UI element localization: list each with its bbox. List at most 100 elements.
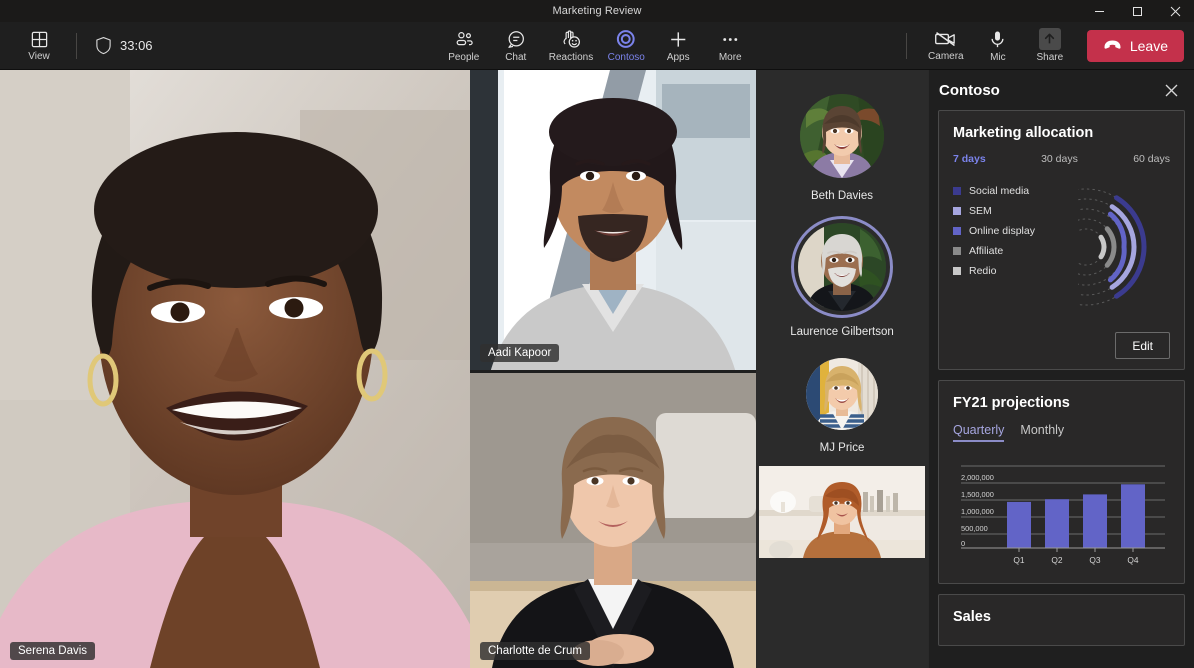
mic-button[interactable]: Mic — [973, 24, 1023, 68]
roster-item-laurence-gilbertson[interactable]: Laurence Gilbertson — [790, 216, 894, 338]
card-title: Sales — [953, 609, 1170, 625]
sales-card: Sales — [938, 594, 1185, 646]
contoso-app-panel: Contoso Marketing allocation 7 days 30 d… — [928, 70, 1194, 668]
tab-quarterly[interactable]: Quarterly — [953, 423, 1004, 442]
svg-text:Q2: Q2 — [1051, 555, 1063, 565]
svg-text:1,500,000: 1,500,000 — [961, 490, 994, 499]
video-tile-aadi-kapoor[interactable]: Aadi Kapoor — [470, 70, 756, 373]
video-tile-serena-davis[interactable]: Serena Davis — [0, 70, 470, 668]
avatar — [800, 94, 884, 178]
view-button[interactable]: View — [14, 24, 64, 68]
reactions-label: Reactions — [549, 52, 593, 63]
range-60-days[interactable]: 60 days — [1133, 153, 1170, 165]
legend-item-affiliate: Affiliate — [953, 245, 1035, 257]
view-label: View — [28, 51, 50, 62]
legend-label: Affiliate — [969, 245, 1003, 257]
participant-name-label: Aadi Kapoor — [480, 344, 559, 362]
apps-button[interactable]: Apps — [653, 24, 703, 68]
projections-tabs: Quarterly Monthly — [953, 423, 1170, 442]
meeting-timer: 33:06 — [120, 38, 153, 53]
reactions-button[interactable]: Reactions — [543, 24, 599, 68]
leave-button[interactable]: Leave — [1087, 30, 1184, 62]
radial-arc-chart — [1078, 181, 1190, 318]
video-tile-column: Aadi Kapoor — [470, 70, 756, 668]
avatar-ring — [796, 90, 888, 182]
camera-label: Camera — [928, 51, 964, 62]
svg-text:1,000,000: 1,000,000 — [961, 507, 994, 516]
toolbar-left-group: View 33:06 — [0, 24, 153, 68]
svg-text:500,000: 500,000 — [961, 524, 988, 533]
video-feed-additional — [759, 466, 925, 558]
grid-view-icon — [30, 30, 49, 49]
fy21-projections-card: FY21 projections Quarterly Monthly — [938, 380, 1185, 584]
share-button[interactable]: Share — [1025, 24, 1075, 68]
plus-icon — [668, 29, 689, 50]
legend-item-social-media: Social media — [953, 185, 1035, 197]
roster-item-mj-price[interactable]: MJ Price — [802, 354, 882, 454]
more-label: More — [719, 52, 742, 63]
allocation-card-actions: Edit — [953, 332, 1170, 359]
camera-button[interactable]: Camera — [921, 24, 971, 68]
microphone-icon — [987, 29, 1008, 50]
allocation-chart-row: Social media SEM Online display Aff — [953, 181, 1170, 318]
card-title: Marketing allocation — [953, 125, 1170, 141]
legend-item-redio: Redio — [953, 265, 1035, 277]
share-screen-icon — [1039, 28, 1061, 50]
panel-header: Contoso — [929, 70, 1194, 110]
people-button[interactable]: People — [439, 24, 489, 68]
chat-icon — [505, 29, 526, 50]
svg-text:Q3: Q3 — [1089, 555, 1101, 565]
svg-text:Q4: Q4 — [1127, 555, 1139, 565]
mic-label: Mic — [990, 52, 1006, 63]
hangup-icon — [1103, 39, 1122, 52]
video-tile-additional-participant[interactable] — [759, 466, 925, 558]
video-feed-charlotte — [470, 373, 756, 668]
toolbar-center-group: People Chat Reactions — [439, 24, 755, 68]
range-30-days[interactable]: 30 days — [1041, 153, 1078, 165]
maximize-button[interactable] — [1118, 0, 1156, 22]
video-tile-charlotte-de-crum[interactable]: Charlotte de Crum — [470, 373, 756, 668]
tab-monthly[interactable]: Monthly — [1020, 423, 1064, 442]
range-selector: 7 days 30 days 60 days — [953, 153, 1170, 165]
legend-label: Online display — [969, 225, 1035, 237]
toolbar-divider-right — [906, 33, 907, 59]
meeting-stage: Serena Davis — [0, 70, 1194, 668]
participant-name-label: Charlotte de Crum — [480, 642, 590, 660]
legend-label: Redio — [969, 265, 996, 277]
card-title: FY21 projections — [953, 395, 1170, 411]
roster-name-label: Laurence Gilbertson — [790, 326, 894, 338]
more-ellipsis-icon — [720, 29, 741, 50]
minimize-button[interactable] — [1080, 0, 1118, 22]
edit-button[interactable]: Edit — [1115, 332, 1170, 359]
legend-item-online-display: Online display — [953, 225, 1035, 237]
roster-name-label: MJ Price — [820, 442, 865, 454]
allocation-legend: Social media SEM Online display Aff — [953, 181, 1035, 277]
legend-swatch — [953, 187, 961, 195]
legend-label: SEM — [969, 205, 992, 217]
share-label: Share — [1037, 52, 1064, 63]
svg-text:2,000,000: 2,000,000 — [961, 473, 994, 482]
svg-text:0: 0 — [961, 539, 965, 548]
shield-icon — [95, 36, 112, 55]
meeting-toolbar: View 33:06 People — [0, 22, 1194, 70]
toolbar-right-group: Camera Mic Share Leave — [894, 24, 1184, 68]
roster-name-label: Beth Davies — [811, 190, 873, 202]
close-icon[interactable] — [1161, 80, 1182, 101]
contoso-app-button[interactable]: Contoso — [601, 24, 651, 68]
legend-swatch — [953, 247, 961, 255]
video-feed-serena — [0, 70, 470, 668]
panel-title: Contoso — [939, 82, 1000, 99]
roster-item-beth-davies[interactable]: Beth Davies — [796, 90, 888, 202]
video-feed-aadi — [470, 70, 756, 373]
people-label: People — [448, 52, 479, 63]
close-button[interactable] — [1156, 0, 1194, 22]
bar-chart-svg: 2,000,000 1,500,000 1,000,000 500,000 0 — [953, 460, 1167, 568]
contoso-app-icon — [615, 28, 637, 50]
range-7-days[interactable]: 7 days — [953, 153, 986, 165]
more-button[interactable]: More — [705, 24, 755, 68]
chat-button[interactable]: Chat — [491, 24, 541, 68]
legend-swatch — [953, 207, 961, 215]
people-icon — [453, 29, 474, 50]
participant-roster-column: Beth Davies — [756, 70, 928, 668]
avatar-ring — [802, 354, 882, 434]
